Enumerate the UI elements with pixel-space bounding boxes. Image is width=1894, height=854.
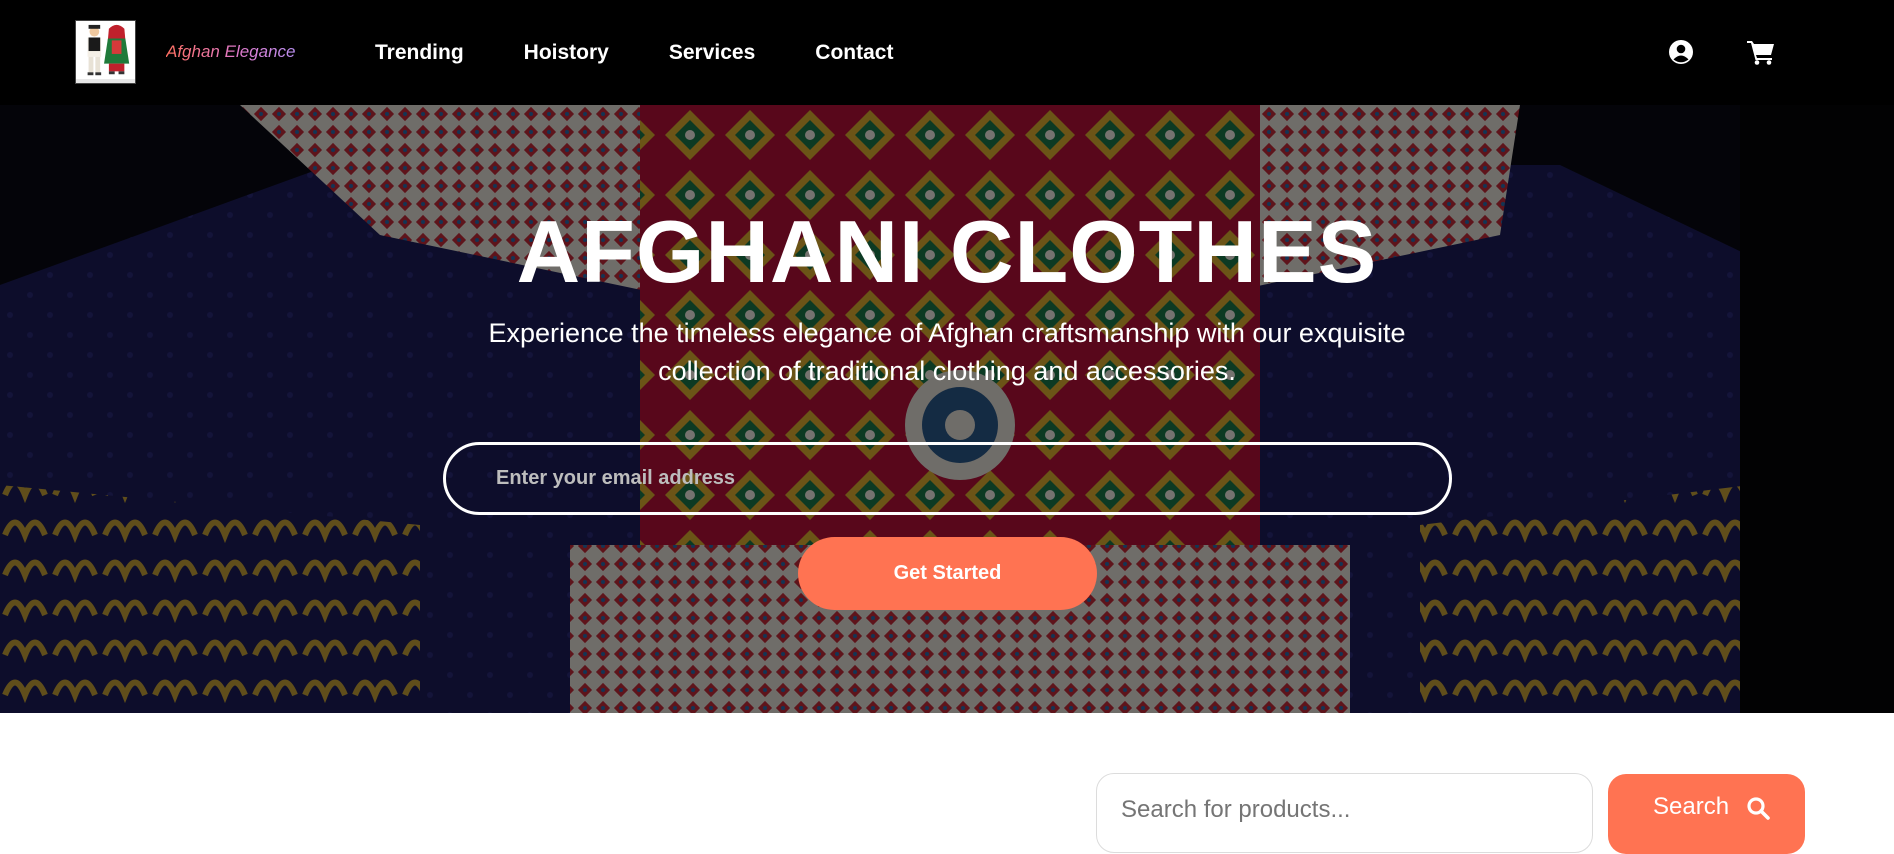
nav-link-history[interactable]: Hoistory xyxy=(524,41,609,65)
search-button-label: Search xyxy=(1653,793,1730,820)
nav-link-services[interactable]: Services xyxy=(669,41,755,65)
search-button[interactable]: Search xyxy=(1608,774,1805,854)
user-circle-icon[interactable] xyxy=(1668,39,1694,65)
hero-section: AFGHANI CLOTHES Experience the timeless … xyxy=(0,105,1894,713)
search-icon xyxy=(1747,797,1770,820)
nav-link-trending[interactable]: Trending xyxy=(375,41,464,65)
nav-link-contact[interactable]: Contact xyxy=(815,41,893,65)
product-search-input[interactable] xyxy=(1121,790,1571,830)
get-started-button[interactable]: Get Started xyxy=(798,537,1097,610)
shopping-cart-icon[interactable] xyxy=(1746,39,1776,65)
navbar: Afghan Elegance Trending Hoistory Servic… xyxy=(0,0,1894,105)
logo-figures-illustration xyxy=(76,21,135,83)
brand-name[interactable]: Afghan Elegance xyxy=(166,42,296,62)
hero-subtitle: Experience the timeless elegance of Afgh… xyxy=(488,318,1406,386)
main-nav: Trending Hoistory Services Contact xyxy=(375,41,893,65)
email-field-wrapper xyxy=(443,442,1452,515)
email-input[interactable] xyxy=(496,445,1396,512)
hero-dark-overlay xyxy=(0,105,1894,713)
product-search-field xyxy=(1096,773,1593,853)
brand-logo[interactable] xyxy=(75,20,136,84)
hero-title: AFGHANI CLOTHES xyxy=(516,202,1378,301)
